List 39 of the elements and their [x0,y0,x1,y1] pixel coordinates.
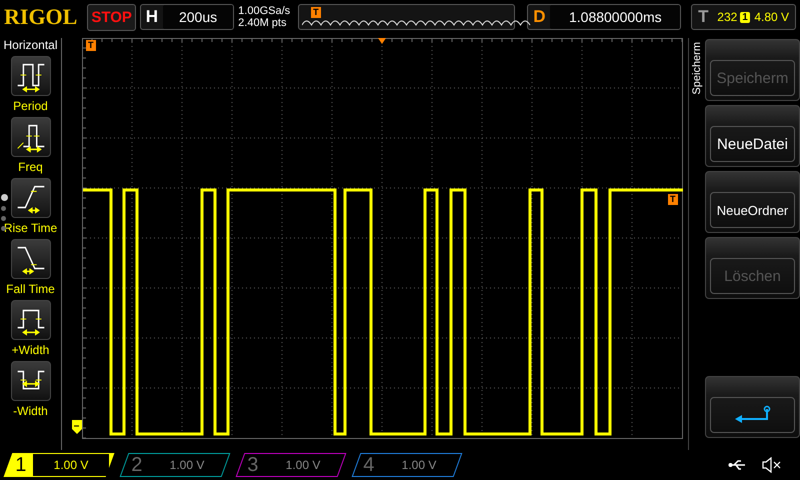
channel-tab[interactable]: 2 1.00 V [120,453,230,477]
return-arrow-icon [732,405,772,425]
measure-button[interactable]: Period [0,56,62,113]
trigger-position-marker: T [311,7,321,18]
memory-depth: 2.40M pts [238,17,288,29]
back-button[interactable] [705,376,800,438]
menu-title: Speicherm [690,42,704,95]
measure-button[interactable]: -Width [0,361,62,418]
measure-button[interactable]: +Width [0,300,62,357]
trigger-count: 232 [717,10,738,24]
speaker-muted-icon [762,457,782,473]
rising-edge-icon [10,178,50,218]
logo: RIGOL [4,4,78,30]
trigger-field[interactable]: T 232 1 4.80 V [691,4,796,30]
pulse-width-icon [10,300,50,340]
menu-title: Horizontal [3,38,58,52]
measure-button[interactable]: Fall Time [0,239,62,296]
measure-button[interactable]: Freq [0,117,62,174]
channel-offset-marker-icon [72,420,82,434]
falling-edge-icon [10,239,50,279]
menu-button[interactable]: NeueDatei [705,105,800,167]
center-marker-icon [378,38,386,44]
trigger-level: 4.80 V [754,10,790,24]
sample-rate: 1.00GSa/s [238,5,290,17]
menu-button[interactable]: NeueOrdner [705,171,800,233]
frequency-icon [10,117,50,157]
delay-field[interactable]: D 1.08800000ms [527,4,682,30]
channel-tab[interactable]: 1 1.00 V [4,453,114,477]
pulse-width-icon [10,361,50,401]
channel-tab[interactable]: 3 1.00 V [236,453,346,477]
square-pulse-icon [10,56,50,96]
trigger-position-marker: T [86,40,96,51]
trigger-level-marker: T [668,194,678,205]
usb-icon [728,459,748,471]
channel-tab[interactable]: 4 1.00 V [352,453,462,477]
trigger-source: 1 [740,12,750,22]
run-state[interactable]: STOP [87,4,136,30]
timebase-field[interactable]: H 200us [140,4,234,30]
measure-button[interactable]: Rise Time [0,178,62,235]
